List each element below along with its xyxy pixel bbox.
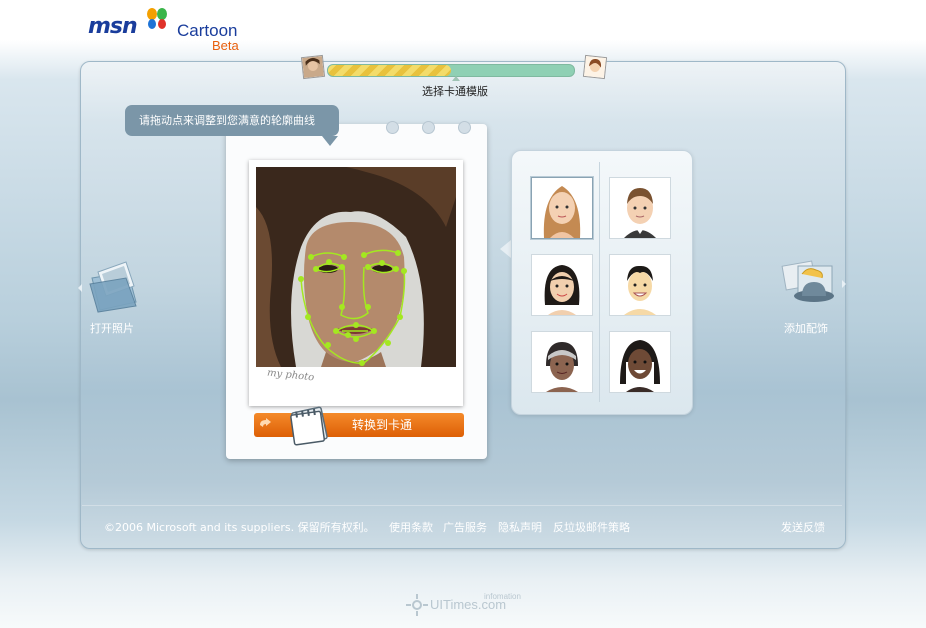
footer-divider	[82, 505, 842, 506]
step-marker-icon	[452, 76, 460, 81]
add-accessory-label[interactable]: 添加配饰	[784, 320, 828, 336]
watermark-subtext: infomation	[484, 592, 521, 601]
photo-caption: my photo	[266, 367, 315, 384]
footer-link-privacy[interactable]: 隐私声明	[498, 519, 542, 535]
msn-logo[interactable]: msn	[88, 14, 138, 39]
template-man-dreadlocks[interactable]	[609, 331, 671, 393]
user-photo[interactable]	[256, 167, 456, 367]
binder-ring	[386, 121, 399, 134]
convert-button-label: 转换到卡通	[351, 418, 412, 432]
copyright-text: ©2006 Microsoft and its suppliers. 保留所有权…	[104, 521, 375, 534]
beta-badge: Beta	[212, 38, 239, 53]
template-divider	[599, 162, 600, 402]
calendar-icon	[290, 406, 328, 446]
end-avatar-icon	[582, 54, 608, 80]
photo-frame: my photo	[249, 160, 463, 406]
template-panel-pointer	[500, 240, 511, 258]
footer-link-terms[interactable]: 使用条款	[389, 519, 433, 535]
progress-fill	[328, 65, 451, 76]
brand-text: msn	[88, 14, 138, 39]
open-photo-label[interactable]: 打开照片	[90, 320, 134, 336]
footer-link-anti-spam[interactable]: 反垃圾邮件策略	[553, 519, 630, 535]
start-avatar-icon	[300, 54, 326, 80]
template-asian-woman[interactable]	[531, 254, 593, 316]
template-asian-man[interactable]	[609, 254, 671, 316]
open-photo-icon[interactable]	[78, 256, 150, 318]
watermark: UITimes.com infomation	[406, 592, 536, 616]
template-man-short-hair[interactable]	[609, 177, 671, 239]
binder-ring	[422, 121, 435, 134]
butterfly-icon	[147, 8, 167, 29]
tooltip-pointer	[322, 136, 338, 146]
convert-to-cartoon-button[interactable]: 转换到卡通	[254, 413, 464, 437]
template-woman-headband[interactable]	[531, 331, 593, 393]
binder-ring	[458, 121, 471, 134]
instruction-tooltip: 请拖动点来调整到您满意的轮廓曲线	[125, 105, 339, 136]
footer-link-advertising[interactable]: 广告服务	[443, 519, 487, 535]
template-woman-long-hair[interactable]	[531, 177, 593, 239]
convert-arrow-icon	[260, 418, 271, 427]
step-label: 选择卡通模版	[422, 85, 488, 98]
add-accessory-icon[interactable]	[776, 256, 848, 316]
watermark-logo-icon	[406, 594, 428, 616]
feedback-link[interactable]: 发送反馈	[781, 519, 825, 535]
progress-bar	[327, 64, 575, 77]
